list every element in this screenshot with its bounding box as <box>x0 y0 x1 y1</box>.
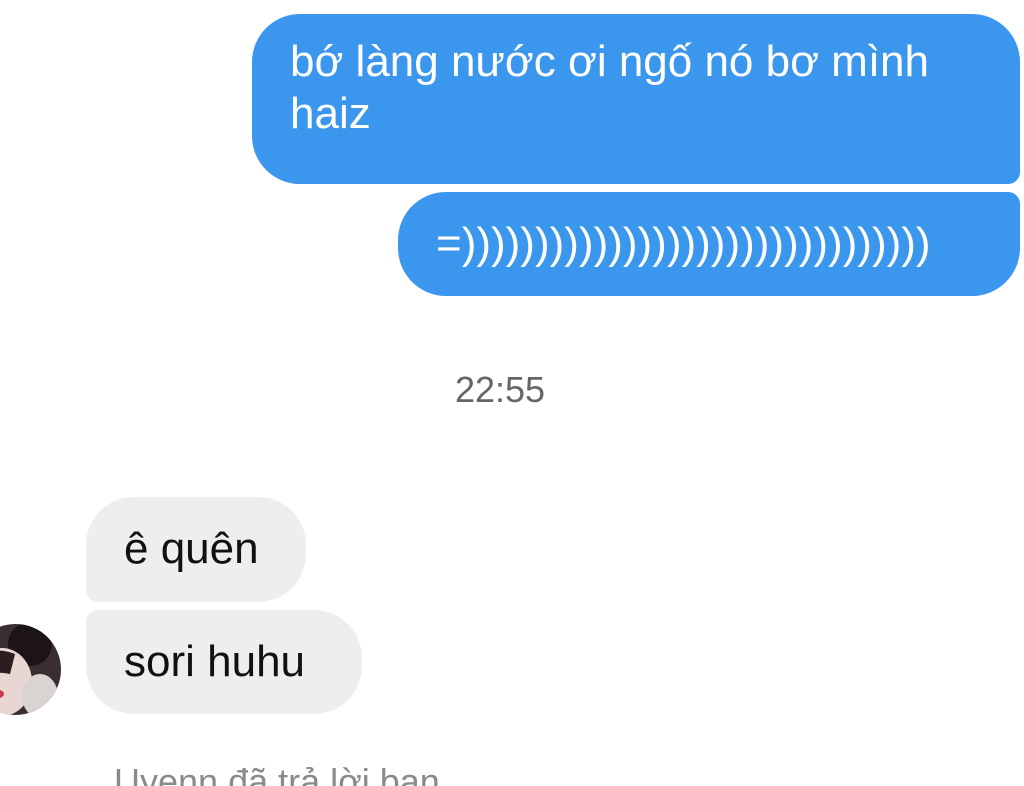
outgoing-message-bubble[interactable]: bớ làng nước ơi ngố nó bơ mình haiz <box>252 14 1020 184</box>
incoming-message-bubble[interactable]: ê quên <box>86 497 306 602</box>
avatar-photo-icon <box>0 624 61 715</box>
message-text: =)))))))))))))))))))))))))))))))) <box>436 219 931 268</box>
reply-status-text: Uyenn đã trả lời bạn <box>114 761 440 786</box>
chat-thread: bớ làng nước ơi ngố nó bơ mình haiz =)))… <box>0 0 1024 786</box>
contact-avatar[interactable] <box>0 624 61 715</box>
incoming-message-bubble[interactable]: sori huhu <box>86 610 362 714</box>
message-timestamp: 22:55 <box>454 369 546 410</box>
message-text: ê quên <box>124 524 259 573</box>
message-text: bớ làng nước ơi ngố nó bơ mình haiz <box>290 37 929 138</box>
message-text: sori huhu <box>124 637 306 686</box>
outgoing-message-bubble[interactable]: =)))))))))))))))))))))))))))))))) <box>398 192 1020 296</box>
